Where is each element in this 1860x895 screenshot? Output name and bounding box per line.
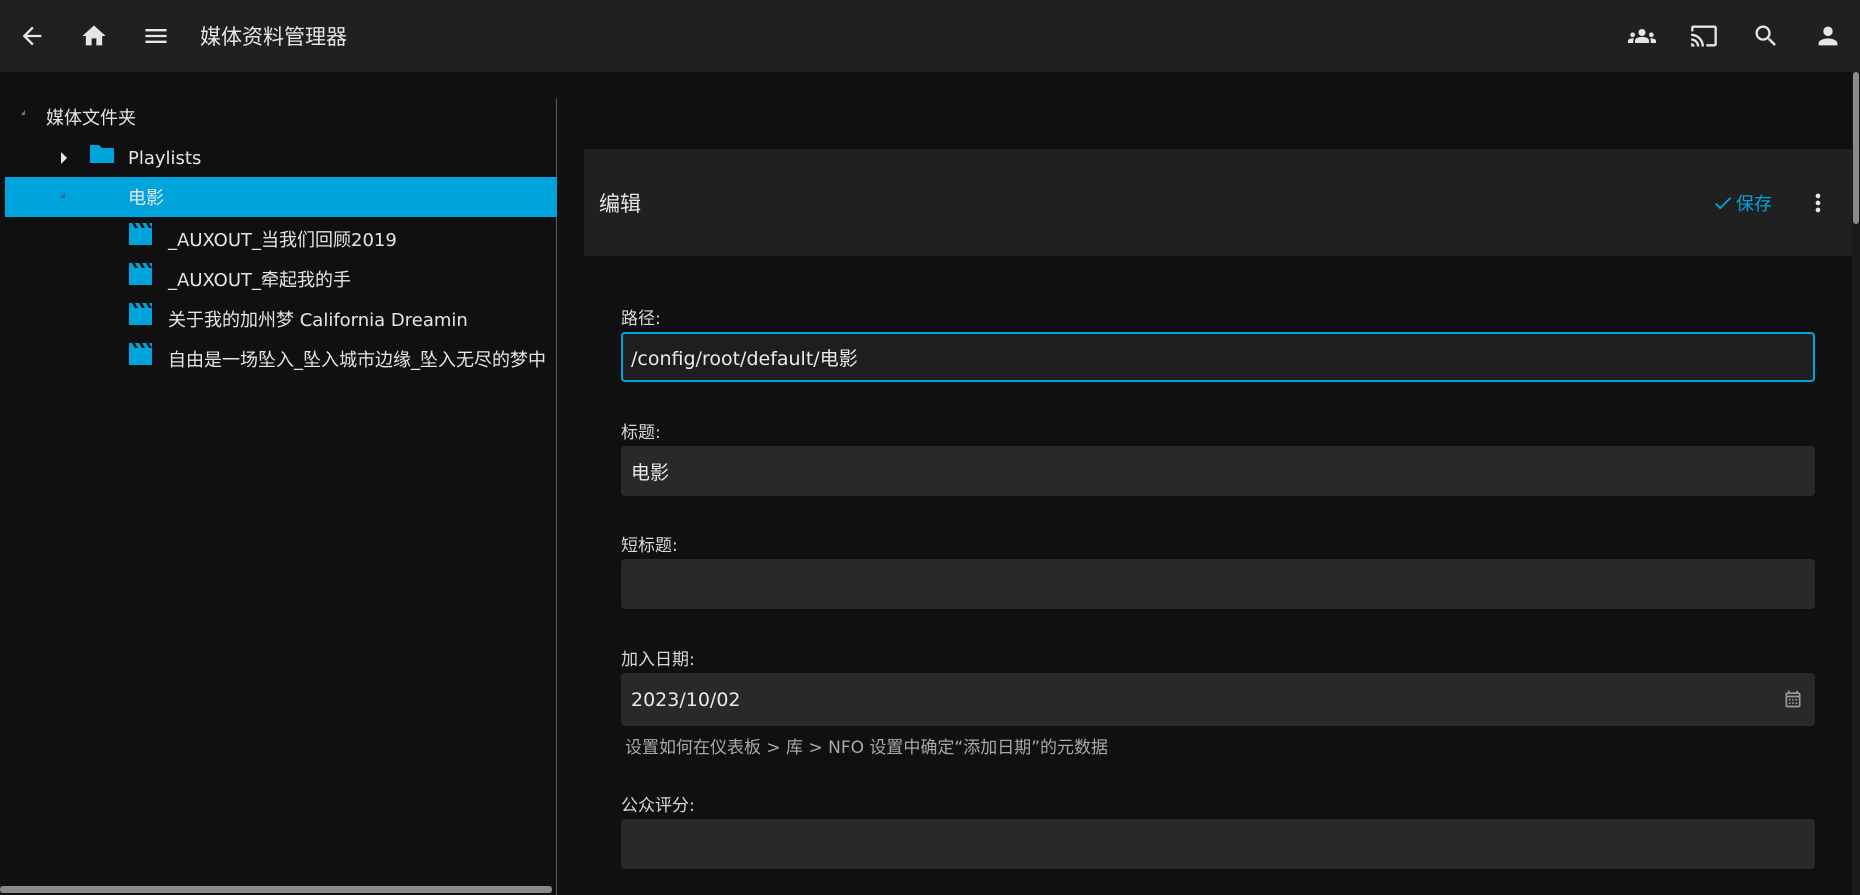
user-button[interactable]	[1800, 8, 1856, 64]
clapperboard-icon	[127, 221, 155, 247]
path-value: /config/root/default/电影	[631, 347, 858, 370]
save-label: 保存	[1736, 193, 1772, 215]
tree-item-movie[interactable]: _AUXOUT_当我们回顾2019	[5, 219, 557, 259]
tree-expanded-icon[interactable]	[60, 192, 65, 198]
title-input[interactable]: 电影	[621, 446, 1815, 496]
tree-root-label: 媒体文件夹	[46, 108, 136, 129]
save-button[interactable]: 保存	[1712, 190, 1772, 216]
tree-item-label: 电影	[128, 188, 164, 209]
calendar-icon[interactable]	[1783, 689, 1803, 714]
tree-item-movies[interactable]: 电影	[5, 177, 557, 217]
editor-title: 编辑	[599, 191, 641, 216]
back-arrow-icon	[22, 26, 42, 46]
title-value: 电影	[631, 461, 670, 484]
sidebar-horizontal-scrollbar[interactable]	[0, 886, 552, 893]
tree-item-movie[interactable]: 自由是一场坠入_坠入城市边缘_坠入无尽的梦中	[5, 339, 557, 379]
page-scrollbar-thumb[interactable]	[1853, 72, 1859, 224]
menu-button[interactable]	[128, 8, 184, 64]
tree-item-movie[interactable]: _AUXOUT_牵起我的手	[5, 259, 557, 299]
cast-button[interactable]	[1676, 8, 1732, 64]
tree-item-playlists[interactable]: Playlists	[5, 138, 557, 178]
community-rating-label: 公众评分:	[621, 796, 695, 816]
more-options-button[interactable]	[1804, 183, 1832, 223]
back-button[interactable]	[4, 8, 60, 64]
user-icon	[1818, 26, 1838, 46]
page-title: 媒体资料管理器	[200, 25, 347, 49]
tree-item-label: _AUXOUT_牵起我的手	[168, 270, 352, 291]
users-icon	[1628, 29, 1656, 43]
tree-collapsed-icon[interactable]	[61, 152, 67, 164]
clapperboard-icon	[127, 341, 155, 367]
title-label: 标题:	[621, 423, 661, 443]
check-icon	[1715, 196, 1732, 209]
header-left: 媒体资料管理器	[4, 8, 347, 64]
date-added-value: 2023/10/02	[631, 688, 741, 711]
search-icon	[1755, 25, 1776, 46]
cast-icon	[1691, 25, 1717, 47]
home-button[interactable]	[66, 8, 122, 64]
tree-item-movie[interactable]: 关于我的加州梦 California Dreamin	[5, 299, 557, 339]
sidebar-divider	[556, 98, 557, 895]
clapperboard-icon	[127, 301, 155, 327]
path-input[interactable]: /config/root/default/电影	[621, 332, 1815, 382]
tree-root[interactable]: 媒体文件夹	[5, 97, 557, 137]
menu-icon	[145, 29, 167, 43]
community-rating-input[interactable]	[621, 819, 1815, 869]
tree-item-label: 关于我的加州梦 California Dreamin	[168, 310, 468, 331]
clapperboard-icon	[127, 261, 155, 287]
tree-expanded-icon[interactable]	[21, 110, 25, 115]
date-added-input[interactable]: 2023/10/02	[621, 673, 1815, 726]
date-added-help-text: 设置如何在仪表板 > 库 > NFO 设置中确定“添加日期”的元数据	[625, 738, 1108, 758]
short-title-input[interactable]	[621, 559, 1815, 609]
more-vert-icon	[1815, 193, 1821, 212]
path-label: 路径:	[621, 309, 661, 329]
search-button[interactable]	[1738, 8, 1794, 64]
folder-icon	[88, 142, 116, 166]
editor-toolbar: 编辑 保存	[584, 149, 1852, 256]
sync-play-button[interactable]	[1614, 8, 1670, 64]
home-icon	[82, 25, 106, 46]
header-right	[1608, 8, 1856, 64]
tree-item-label: 自由是一场坠入_坠入城市边缘_坠入无尽的梦中	[168, 350, 546, 371]
short-title-label: 短标题:	[621, 536, 678, 556]
tree-item-label: _AUXOUT_当我们回顾2019	[168, 230, 397, 251]
app-header: 媒体资料管理器	[0, 0, 1860, 72]
tree-item-label: Playlists	[128, 147, 202, 169]
date-added-label: 加入日期:	[621, 650, 695, 670]
